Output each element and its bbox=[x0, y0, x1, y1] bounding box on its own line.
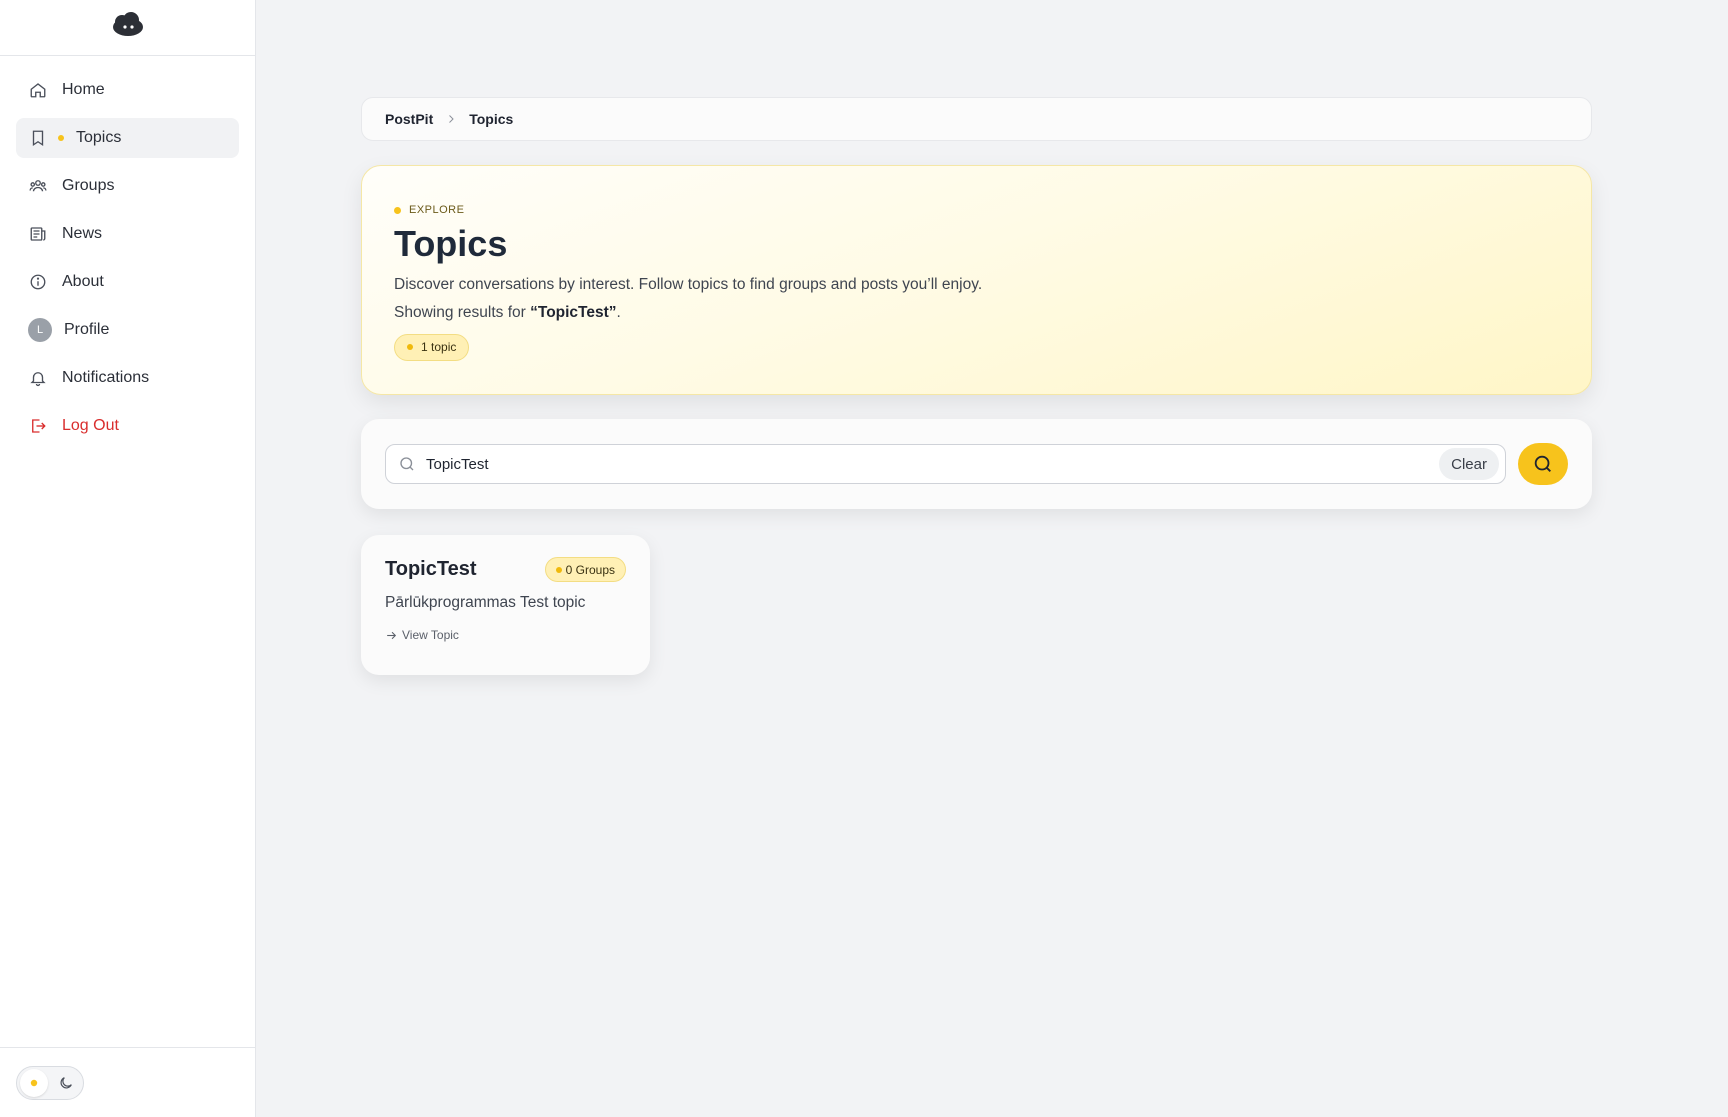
active-indicator-dot bbox=[58, 135, 64, 141]
arrow-right-icon bbox=[385, 629, 398, 642]
avatar: L bbox=[28, 318, 52, 342]
cloud-logo-icon[interactable] bbox=[111, 12, 145, 43]
moon-icon[interactable] bbox=[52, 1069, 80, 1097]
breadcrumb-root-link[interactable]: PostPit bbox=[385, 111, 433, 127]
theme-toggle[interactable] bbox=[16, 1065, 84, 1100]
sidebar-item-about[interactable]: About bbox=[16, 262, 239, 302]
view-topic-label: View Topic bbox=[402, 628, 459, 642]
breadcrumb: PostPit Topics bbox=[361, 97, 1592, 141]
page-title: Topics bbox=[394, 223, 508, 264]
page-description: Discover conversations by interest. Foll… bbox=[394, 275, 983, 293]
bell-icon bbox=[28, 368, 48, 388]
sidebar-item-topics[interactable]: Topics bbox=[16, 118, 239, 158]
hero-card: EXPLORE Topics Discover conversations by… bbox=[361, 165, 1592, 395]
search-input[interactable] bbox=[426, 455, 1440, 473]
sidebar-item-label: Profile bbox=[64, 321, 110, 338]
results-summary: Showing results for “TopicTest”. bbox=[394, 304, 1559, 322]
topic-card[interactable]: TopicTest 0 Groups Pārlūkprogrammas Test… bbox=[361, 535, 650, 675]
info-icon bbox=[28, 272, 48, 292]
badge-dot bbox=[407, 344, 413, 351]
bookmark-icon bbox=[28, 128, 48, 148]
sidebar-item-label: Groups bbox=[62, 177, 115, 194]
breadcrumb-current: Topics bbox=[469, 111, 514, 127]
groups-count-label: 0 Groups bbox=[565, 562, 615, 577]
eyebrow-label: EXPLORE bbox=[409, 204, 465, 216]
result-count-label: 1 topic bbox=[421, 340, 457, 355]
sidebar-item-label: Topics bbox=[76, 129, 122, 146]
sidebar-item-profile[interactable]: L Profile bbox=[16, 310, 239, 350]
results-suffix: . bbox=[616, 303, 621, 321]
search-icon bbox=[398, 455, 416, 473]
chevron-right-icon bbox=[445, 113, 457, 125]
topic-card-header: TopicTest 0 Groups bbox=[385, 557, 626, 582]
result-count-badge: 1 topic bbox=[394, 333, 470, 361]
sun-icon[interactable] bbox=[20, 1068, 48, 1097]
search-card: Clear bbox=[361, 419, 1592, 509]
view-topic-link[interactable]: View Topic bbox=[385, 628, 626, 642]
newspaper-icon bbox=[28, 224, 48, 244]
groups-count-badge: 0 Groups bbox=[544, 557, 626, 582]
logout-icon bbox=[28, 416, 48, 436]
clear-button[interactable]: Clear bbox=[1439, 448, 1499, 480]
sidebar-item-news[interactable]: News bbox=[16, 214, 239, 254]
topic-description: Pārlūkprogrammas Test topic bbox=[385, 594, 586, 611]
sidebar-item-logout[interactable]: Log Out bbox=[16, 406, 239, 446]
eyebrow: EXPLORE bbox=[394, 204, 1559, 216]
search-box: Clear bbox=[385, 444, 1506, 484]
sidebar-footer bbox=[0, 1047, 256, 1117]
sidebar-item-notifications[interactable]: Notifications bbox=[16, 358, 239, 398]
sidebar: Home Topics Groups News About L Profile … bbox=[0, 0, 256, 1117]
main-content: PostPit Topics EXPLORE Topics Discover c… bbox=[361, 97, 1592, 675]
users-icon bbox=[28, 176, 48, 196]
sidebar-item-label: About bbox=[62, 273, 104, 290]
eyebrow-dot bbox=[394, 206, 401, 214]
home-icon bbox=[28, 80, 48, 100]
results-query: “TopicTest” bbox=[530, 303, 617, 321]
sidebar-nav: Home Topics Groups News About L Profile … bbox=[0, 56, 255, 446]
results-prefix: Showing results for bbox=[394, 303, 531, 321]
sidebar-item-home[interactable]: Home bbox=[16, 70, 239, 110]
sidebar-item-label: News bbox=[62, 225, 103, 242]
sidebar-item-label: Notifications bbox=[62, 369, 150, 386]
badge-dot bbox=[555, 566, 562, 573]
sidebar-item-groups[interactable]: Groups bbox=[16, 166, 239, 206]
sidebar-item-label: Home bbox=[62, 81, 105, 98]
sidebar-item-label: Log Out bbox=[62, 417, 119, 434]
topic-name[interactable]: TopicTest bbox=[385, 558, 476, 581]
search-icon bbox=[1534, 455, 1551, 472]
logo-bar bbox=[0, 0, 255, 56]
search-button[interactable] bbox=[1518, 443, 1568, 485]
